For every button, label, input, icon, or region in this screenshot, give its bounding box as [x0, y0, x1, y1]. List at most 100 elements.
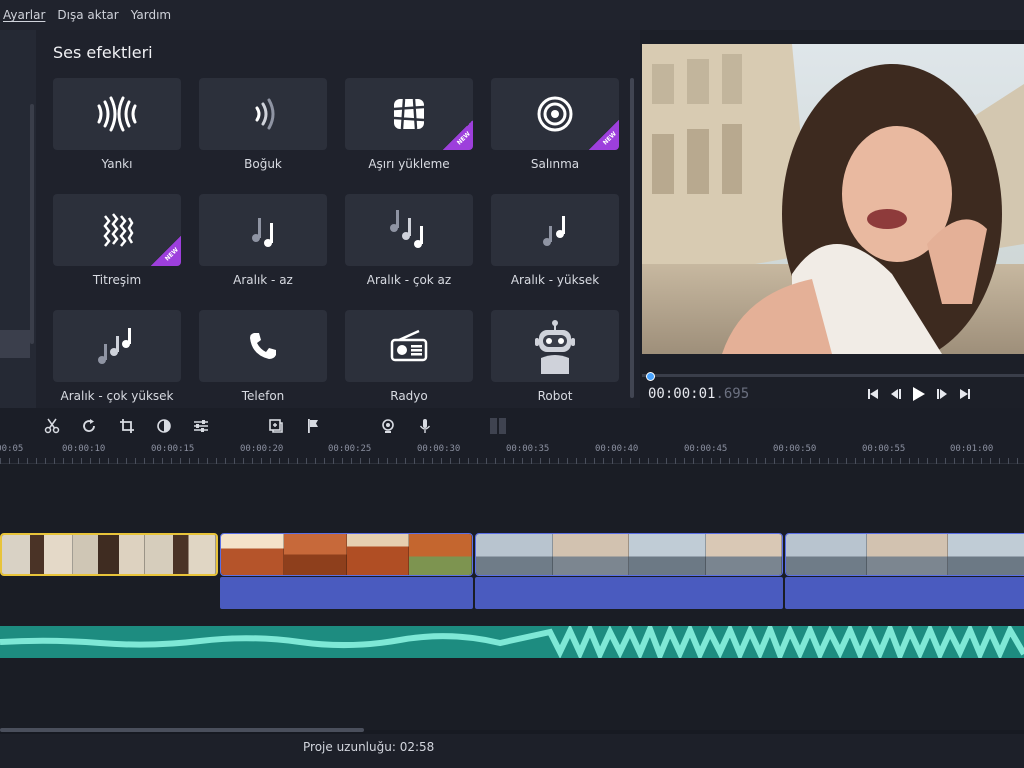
robot-icon — [535, 320, 575, 374]
effect-tile-thumb[interactable] — [199, 78, 327, 150]
playback-controls — [866, 386, 972, 402]
effect-label: Salınma — [530, 157, 580, 171]
crop-icon[interactable] — [118, 417, 136, 435]
next-frame-icon[interactable] — [935, 386, 949, 402]
playback-progress-track[interactable] — [642, 374, 1024, 377]
clip-audio-block[interactable] — [220, 577, 473, 609]
video-frame-image — [642, 44, 1024, 354]
panel-scrollbar[interactable] — [630, 78, 634, 398]
effect-tile-overload[interactable]: NEW Aşırı yükleme — [345, 78, 473, 171]
effect-label: Yankı — [101, 157, 133, 171]
effect-label: Robot — [537, 389, 573, 403]
effect-tile-pitch-low[interactable]: Aralık - az — [199, 194, 327, 287]
ruler-tick-label: 00:00:05 — [0, 444, 24, 454]
effect-tile-thumb[interactable]: NEW — [345, 78, 473, 150]
split-audio-icon[interactable] — [489, 417, 507, 435]
project-length-value: 02:58 — [399, 740, 435, 754]
insert-clip-icon[interactable] — [267, 417, 285, 435]
effect-label: Titreşim — [92, 273, 142, 287]
video-clip-canyon[interactable] — [220, 533, 473, 576]
video-clip-lake-2[interactable] — [785, 533, 1024, 576]
audio-effects-panel: Ses efektleri Yankı Boğuk NEW Aşırı yükl… — [36, 30, 640, 408]
effect-label: Aralık - çok az — [366, 273, 452, 287]
video-clip-lake[interactable] — [475, 533, 783, 576]
effect-tile-thumb[interactable] — [345, 310, 473, 382]
video-editor-window: Ayarlar Dışa aktar Yardım Ses efektleri — [0, 0, 1024, 768]
effect-tile-thumb[interactable]: NEW — [53, 194, 181, 266]
color-adjust-icon[interactable] — [155, 417, 173, 435]
effect-tile-phone[interactable]: Telefon — [199, 310, 327, 403]
effect-tile-thumb[interactable] — [199, 194, 327, 266]
playback-position-handle[interactable] — [646, 372, 655, 381]
effect-tile-radio[interactable]: Radyo — [345, 310, 473, 403]
pitch-very-low-icon — [390, 210, 423, 248]
vibration-icon — [103, 213, 134, 247]
clip-audio-block[interactable] — [475, 577, 783, 609]
marker-flag-icon[interactable] — [304, 417, 322, 435]
pitch-very-high-icon — [98, 328, 131, 364]
effect-tile-thumb[interactable] — [345, 194, 473, 266]
radio-icon — [390, 329, 428, 362]
timecode-main: 00:00:01 — [648, 386, 716, 402]
effect-tile-swirl[interactable]: NEW Salınma — [491, 78, 619, 171]
cut-icon[interactable] — [43, 417, 61, 435]
video-preview[interactable] — [642, 44, 1024, 354]
previous-frame-icon[interactable] — [889, 386, 903, 402]
edit-toolbar — [0, 408, 1024, 442]
timeline-horizontal-scrollbar[interactable] — [0, 728, 364, 732]
ruler-tick-label: 00:00:35 — [506, 444, 550, 454]
skip-to-start-icon[interactable] — [866, 386, 880, 402]
effect-tile-pitch-very-high[interactable]: Aralık - çok yüksek — [53, 310, 181, 403]
new-badge: NEW — [443, 120, 473, 150]
menu-item-export[interactable]: Dışa aktar — [57, 8, 118, 22]
echo-waves-icon — [97, 96, 137, 132]
effect-tile-pitch-high[interactable]: Aralık - yüksek — [491, 194, 619, 287]
ruler-tick-label: 00:00:25 — [328, 444, 372, 454]
pitch-low-icon — [252, 218, 273, 247]
effect-tile-pitch-very-low[interactable]: Aralık - çok az — [345, 194, 473, 287]
ruler-tick-label: 00:01:00 — [950, 444, 994, 454]
effect-tile-thumb[interactable] — [199, 310, 327, 382]
effect-tile-muffled[interactable]: Boğuk — [199, 78, 327, 171]
menu-item-settings[interactable]: Ayarlar — [3, 8, 45, 22]
play-icon[interactable] — [912, 386, 926, 402]
webcam-record-icon[interactable] — [379, 417, 397, 435]
effect-label: Aşırı yükleme — [368, 157, 450, 171]
panel-title: Ses efektleri — [53, 43, 153, 62]
effect-tile-thumb[interactable] — [491, 194, 619, 266]
new-badge: NEW — [589, 120, 619, 150]
effect-tile-vibration[interactable]: NEW Titreşim — [53, 194, 181, 287]
effect-label: Boğuk — [244, 157, 282, 171]
effect-tile-echo[interactable]: Yankı — [53, 78, 181, 171]
project-length: Proje uzunluğu: 02:58 — [303, 740, 434, 754]
effect-label: Radyo — [390, 389, 428, 403]
ruler-tick-label: 00:00:10 — [62, 444, 106, 454]
effect-tile-thumb[interactable] — [53, 78, 181, 150]
sidebar-selected-item[interactable] — [0, 330, 30, 358]
overload-grid-icon — [393, 98, 425, 130]
effect-label: Telefon — [241, 389, 285, 403]
microphone-icon[interactable] — [416, 417, 434, 435]
rotate-icon[interactable] — [80, 417, 98, 435]
settings-sliders-icon[interactable] — [192, 417, 210, 435]
ruler-tick-label: 00:00:30 — [417, 444, 461, 454]
music-waveform[interactable] — [0, 626, 1024, 658]
left-sidebar — [0, 30, 36, 408]
menu-bar: Ayarlar Dışa aktar Yardım — [0, 0, 1024, 30]
effect-tile-robot[interactable]: Robot — [491, 310, 619, 403]
effect-tile-thumb[interactable]: NEW — [491, 78, 619, 150]
effect-tile-thumb[interactable] — [53, 310, 181, 382]
menu-item-help[interactable]: Yardım — [131, 8, 171, 22]
effect-label: Aralık - çok yüksek — [60, 389, 174, 403]
project-length-label: Proje uzunluğu: — [303, 740, 396, 754]
effect-tile-thumb[interactable] — [491, 310, 619, 382]
skip-to-end-icon[interactable] — [958, 386, 972, 402]
clip-audio-block[interactable] — [785, 577, 1024, 609]
ruler-tick-label: 00:00:50 — [773, 444, 817, 454]
new-badge: NEW — [151, 236, 181, 266]
ruler-tick-label: 00:00:20 — [240, 444, 284, 454]
video-clip-selfie[interactable] — [0, 533, 218, 576]
sidebar-scrollbar[interactable] — [30, 104, 34, 344]
pitch-high-icon — [543, 216, 565, 246]
muffled-wave-icon — [255, 98, 275, 130]
